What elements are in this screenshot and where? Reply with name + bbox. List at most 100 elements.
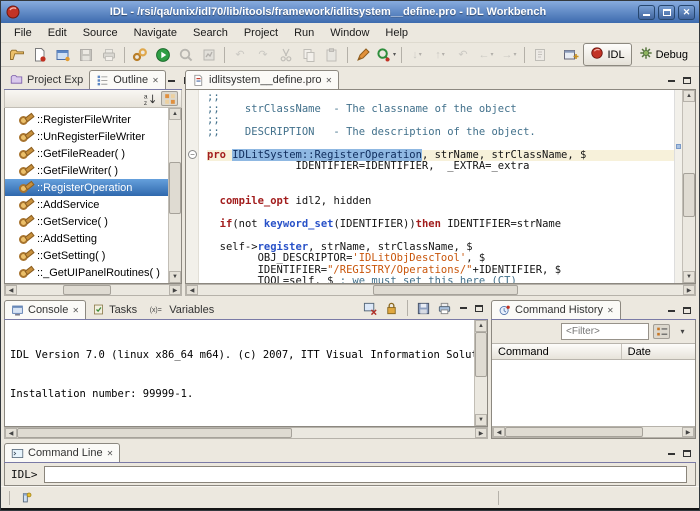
history-grid-body[interactable] [492,360,695,426]
menu-project[interactable]: Project [236,25,286,41]
outline-item[interactable]: ::GetService( ) [5,213,168,230]
tab-variables[interactable]: (x)= Variables [143,300,220,319]
outline-item[interactable]: ::RegisterFileWriter [5,111,168,128]
print-button[interactable] [98,45,120,65]
minimize-editor-icon[interactable] [665,75,677,86]
menu-window[interactable]: Window [322,25,377,41]
menu-help[interactable]: Help [377,25,416,41]
back-icon[interactable]: ← ▾ [475,45,497,65]
outline-item[interactable]: ::GetFileReader( ) [5,145,168,162]
menu-file[interactable]: File [6,25,40,41]
minimize-panel-icon[interactable] [665,305,677,316]
selection-marker[interactable] [676,144,681,150]
minimize-panel-icon[interactable] [166,75,178,86]
open-perspective-button[interactable] [560,45,582,65]
outline-item[interactable]: ::UnRegisterFileWriter [5,128,168,145]
minimize-panel-icon[interactable] [457,303,469,314]
menu-navigate[interactable]: Navigate [126,25,185,41]
tab-command-line[interactable]: Command Line ✕ [4,443,121,462]
stop-button[interactable] [175,45,197,65]
scroll-lock-icon[interactable] [383,300,400,316]
tab-console[interactable]: Console ✕ [4,300,87,319]
save-output-icon[interactable] [415,300,432,316]
tab-command-history[interactable]: Command History ✕ [491,300,621,319]
maximize-editor-icon[interactable] [681,75,693,86]
code-editor[interactable]: ;;;; strClassName - The classname of the… [199,90,674,283]
code-line: ;; DESCRIPTION - The description of the … [207,125,536,138]
close-icon[interactable]: ✕ [607,306,614,315]
editor-vertical-scrollbar[interactable]: ▲ ▼ [682,90,695,283]
command-line-input[interactable] [43,465,687,483]
close-icon[interactable]: ✕ [678,4,695,20]
console-vertical-scrollbar[interactable]: ▲ ▼ [474,320,487,426]
tab-editor-file[interactable]: idlitsystem__define.pro ✕ [185,70,340,89]
maximize-panel-icon[interactable] [473,303,485,314]
fast-view-pin-icon[interactable] [17,490,34,506]
clear-console-icon[interactable] [362,300,379,316]
maximize-panel-icon[interactable] [681,305,693,316]
outline-vertical-scrollbar[interactable]: ▲ ▼ [168,108,181,283]
outline-item[interactable]: ::RegisterOperation [5,179,168,196]
outline-horizontal-scrollbar[interactable]: ◀ ▶ [4,284,182,296]
tab-outline[interactable]: Outline ✕ [89,70,166,89]
save-button[interactable] [75,45,97,65]
close-icon[interactable]: ✕ [72,306,79,315]
tab-tasks[interactable]: Tasks [86,300,143,319]
search-dropdown-button[interactable]: ▾ [375,45,397,65]
profile-button[interactable] [198,45,220,65]
outline-item[interactable]: ::AddSetting [5,230,168,247]
history-filter-input[interactable] [561,323,649,340]
compile-button[interactable] [129,45,151,65]
tab-project-explorer[interactable]: Project Exp [4,70,89,89]
menu-source[interactable]: Source [75,25,126,41]
prev-annotation-icon[interactable]: ↑ ▾ [429,45,451,65]
cut-icon[interactable] [275,45,297,65]
window-title: IDL - /rsi/qa/unix/idl70/lib/itools/fram… [109,6,547,18]
open-file-button[interactable] [6,45,28,65]
forward-icon[interactable]: → ▾ [498,45,520,65]
new-pro-file-button[interactable] [29,45,51,65]
last-edit-location-icon[interactable]: ↶ [452,45,474,65]
console-output[interactable]: IDL Version 7.0 (linux x86_64 m64). (c) … [5,320,474,426]
history-horizontal-scrollbar[interactable]: ◀ ▶ [492,426,695,438]
console-horizontal-scrollbar[interactable]: ◀ ▶ [4,427,488,439]
column-header-command[interactable]: Command [492,344,622,359]
redo-icon[interactable]: ↷ [252,45,274,65]
editor-horizontal-scrollbar[interactable]: ◀ ▶ [185,284,696,296]
debug-perspective-button[interactable]: Debug [633,44,694,65]
menu-run[interactable]: Run [286,25,322,41]
help-contents-icon[interactable] [529,45,551,65]
outline-item[interactable]: ::GetFileWriter( ) [5,162,168,179]
outline-item[interactable]: ::_GetUIPanelRoutines( ) [5,264,168,281]
editor-gutter[interactable]: − [186,90,199,283]
console-tabs: Console ✕ Tasks (x)= Variables [4,299,488,320]
titlebar[interactable]: IDL - /rsi/qa/unix/idl70/lib/itools/fram… [1,1,699,23]
menu-search[interactable]: Search [185,25,236,41]
copy-icon[interactable] [298,45,320,65]
close-icon[interactable]: ✕ [107,449,114,458]
minimize-panel-icon[interactable] [665,448,677,459]
filter-members-icon[interactable] [161,91,178,106]
maximize-icon[interactable] [658,4,675,20]
minimize-icon[interactable] [638,4,655,20]
menu-edit[interactable]: Edit [40,25,75,41]
print-console-icon[interactable] [436,300,453,316]
undo-icon[interactable]: ↶ [229,45,251,65]
fold-collapse-icon[interactable]: − [188,149,197,159]
sort-alphabetically-icon[interactable]: az [141,91,158,106]
overview-ruler[interactable] [674,90,682,283]
paste-icon[interactable] [321,45,343,65]
reset-session-button[interactable] [352,45,374,65]
run-button[interactable] [152,45,174,65]
outline-item[interactable]: ::GetSetting( ) [5,247,168,264]
outline-item[interactable]: ::AddService [5,196,168,213]
next-annotation-icon[interactable]: ↓ ▾ [406,45,428,65]
idl-perspective-button[interactable]: IDL [583,43,632,66]
maximize-panel-icon[interactable] [681,448,693,459]
pin-history-icon[interactable] [653,324,670,339]
column-header-date[interactable]: Date [622,344,695,359]
new-project-button[interactable] [52,45,74,65]
view-menu-icon[interactable]: ▾ [674,324,691,339]
close-icon[interactable]: ✕ [326,76,333,85]
close-icon[interactable]: ✕ [152,76,159,85]
